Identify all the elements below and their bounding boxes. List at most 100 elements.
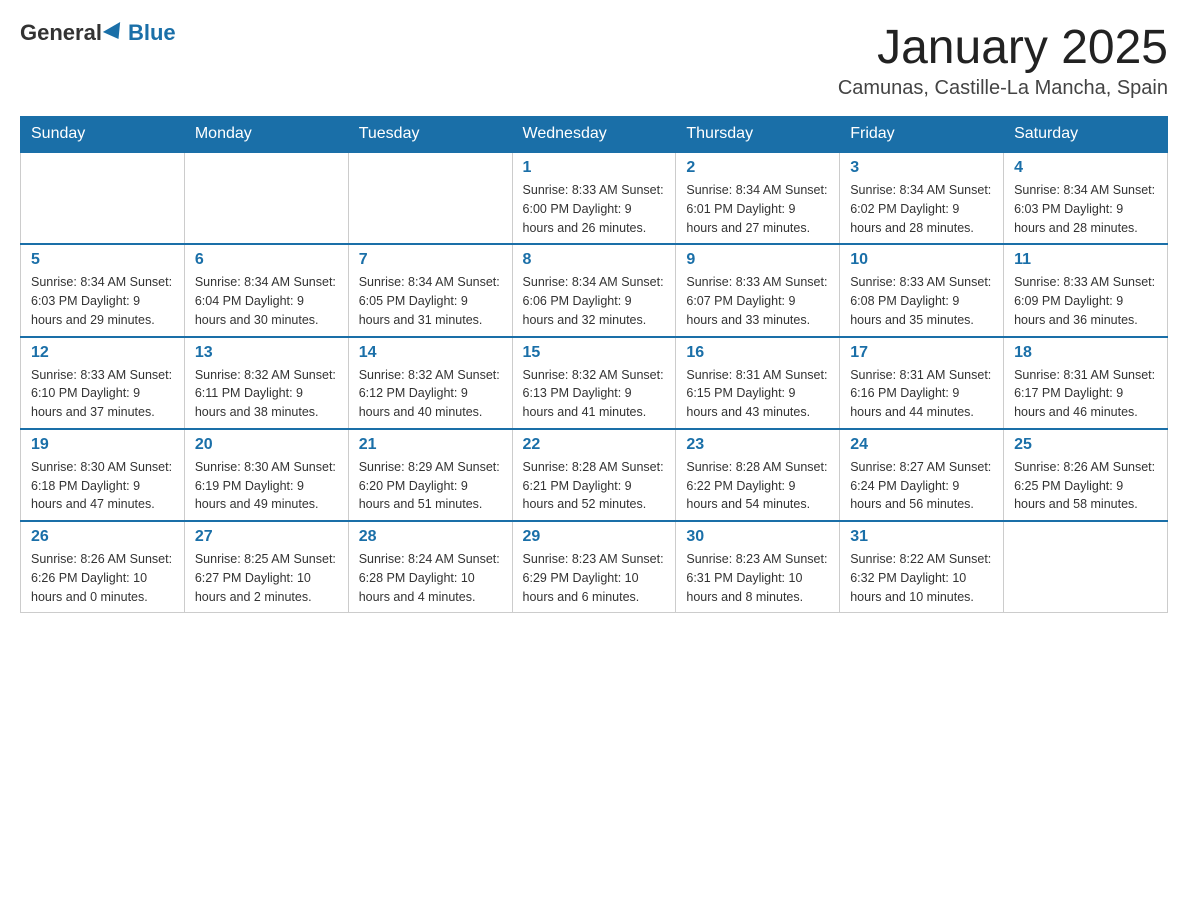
calendar-cell: 11 Sunrise: 8:33 AM Sunset: 6:09 PM Dayli… (1004, 244, 1168, 336)
day-number: 23 (686, 436, 829, 454)
day-info: Sunrise: 8:34 AM Sunset: 6:03 PM Dayligh… (1014, 181, 1157, 237)
day-number: 31 (850, 528, 993, 546)
day-info: Sunrise: 8:33 AM Sunset: 6:00 PM Dayligh… (523, 181, 666, 237)
day-number: 29 (523, 528, 666, 546)
calendar-cell: 14 Sunrise: 8:32 AM Sunset: 6:12 PM Dayli… (348, 337, 512, 429)
day-info: Sunrise: 8:30 AM Sunset: 6:18 PM Dayligh… (31, 458, 174, 514)
day-number: 24 (850, 436, 993, 454)
calendar-cell: 9Sunrise: 8:33 AM Sunset: 6:07 PM Daylig… (676, 244, 840, 336)
day-info: Sunrise: 8:34 AM Sunset: 6:01 PM Dayligh… (686, 181, 829, 237)
calendar-cell: 20 Sunrise: 8:30 AM Sunset: 6:19 PM Dayli… (184, 429, 348, 521)
calendar-cell: 19 Sunrise: 8:30 AM Sunset: 6:18 PM Dayli… (21, 429, 185, 521)
day-info: Sunrise: 8:31 AM Sunset: 6:15 PM Dayligh… (686, 366, 829, 422)
day-number: 5 (31, 251, 174, 269)
day-number: 28 (359, 528, 502, 546)
day-info: Sunrise: 8:33 AM Sunset: 6:09 PM Dayligh… (1014, 273, 1157, 329)
day-info: Sunrise: 8:27 AM Sunset: 6:24 PM Dayligh… (850, 458, 993, 514)
day-number: 26 (31, 528, 174, 546)
col-header-thursday: Thursday (676, 117, 840, 153)
calendar-cell: 17 Sunrise: 8:31 AM Sunset: 6:16 PM Dayli… (840, 337, 1004, 429)
day-number: 3 (850, 159, 993, 177)
calendar-cell: 27 Sunrise: 8:25 AM Sunset: 6:27 PM Dayli… (184, 521, 348, 613)
day-info: Sunrise: 8:28 AM Sunset: 6:22 PM Dayligh… (686, 458, 829, 514)
calendar-cell: 12 Sunrise: 8:33 AM Sunset: 6:10 PM Dayli… (21, 337, 185, 429)
col-header-tuesday: Tuesday (348, 117, 512, 153)
calendar-week-row: 1 Sunrise: 8:33 AM Sunset: 6:00 PM Daylig… (21, 152, 1168, 244)
calendar-week-row: 26 Sunrise: 8:26 AM Sunset: 6:26 PM Dayli… (21, 521, 1168, 613)
day-number: 2 (686, 159, 829, 177)
day-info: Sunrise: 8:22 AM Sunset: 6:32 PM Dayligh… (850, 550, 993, 606)
day-number: 27 (195, 528, 338, 546)
calendar-cell (21, 152, 185, 244)
calendar-week-row: 19 Sunrise: 8:30 AM Sunset: 6:18 PM Dayli… (21, 429, 1168, 521)
day-info: Sunrise: 8:32 AM Sunset: 6:12 PM Dayligh… (359, 366, 502, 422)
day-info: Sunrise: 8:23 AM Sunset: 6:29 PM Dayligh… (523, 550, 666, 606)
calendar-cell: 4 Sunrise: 8:34 AM Sunset: 6:03 PM Daylig… (1004, 152, 1168, 244)
logo-general-text: General (20, 20, 102, 46)
day-info: Sunrise: 8:26 AM Sunset: 6:25 PM Dayligh… (1014, 458, 1157, 514)
day-info: Sunrise: 8:32 AM Sunset: 6:11 PM Dayligh… (195, 366, 338, 422)
calendar-cell: 13 Sunrise: 8:32 AM Sunset: 6:11 PM Dayli… (184, 337, 348, 429)
day-number: 1 (523, 159, 666, 177)
col-header-monday: Monday (184, 117, 348, 153)
day-number: 25 (1014, 436, 1157, 454)
logo: General Blue (20, 20, 176, 46)
page-header: General Blue January 2025 Camunas, Casti… (20, 20, 1168, 100)
day-info: Sunrise: 8:25 AM Sunset: 6:27 PM Dayligh… (195, 550, 338, 606)
calendar-cell: 23 Sunrise: 8:28 AM Sunset: 6:22 PM Dayli… (676, 429, 840, 521)
day-info: Sunrise: 8:26 AM Sunset: 6:26 PM Dayligh… (31, 550, 174, 606)
day-info: Sunrise: 8:34 AM Sunset: 6:05 PM Dayligh… (359, 273, 502, 329)
day-info: Sunrise: 8:28 AM Sunset: 6:21 PM Dayligh… (523, 458, 666, 514)
col-header-sunday: Sunday (21, 117, 185, 153)
day-info: Sunrise: 8:31 AM Sunset: 6:16 PM Dayligh… (850, 366, 993, 422)
calendar-table: SundayMondayTuesdayWednesdayThursdayFrid… (20, 116, 1168, 613)
col-header-saturday: Saturday (1004, 117, 1168, 153)
day-info: Sunrise: 8:33 AM Sunset: 6:10 PM Dayligh… (31, 366, 174, 422)
day-number: 13 (195, 344, 338, 362)
calendar-cell: 26 Sunrise: 8:26 AM Sunset: 6:26 PM Dayli… (21, 521, 185, 613)
calendar-cell: 10Sunrise: 8:33 AM Sunset: 6:08 PM Dayli… (840, 244, 1004, 336)
day-number: 19 (31, 436, 174, 454)
title-section: January 2025 Camunas, Castille-La Mancha… (838, 20, 1168, 100)
day-number: 20 (195, 436, 338, 454)
calendar-cell (184, 152, 348, 244)
day-info: Sunrise: 8:23 AM Sunset: 6:31 PM Dayligh… (686, 550, 829, 606)
month-title: January 2025 (838, 20, 1168, 75)
day-info: Sunrise: 8:31 AM Sunset: 6:17 PM Dayligh… (1014, 366, 1157, 422)
logo-arrow-icon (103, 22, 127, 44)
calendar-cell: 22 Sunrise: 8:28 AM Sunset: 6:21 PM Dayli… (512, 429, 676, 521)
day-number: 17 (850, 344, 993, 362)
calendar-cell: 29 Sunrise: 8:23 AM Sunset: 6:29 PM Dayli… (512, 521, 676, 613)
day-number: 30 (686, 528, 829, 546)
calendar-cell: 16 Sunrise: 8:31 AM Sunset: 6:15 PM Dayli… (676, 337, 840, 429)
location-subtitle: Camunas, Castille-La Mancha, Spain (838, 77, 1168, 100)
logo-blue-text: Blue (128, 20, 176, 46)
day-number: 21 (359, 436, 502, 454)
calendar-cell: 31 Sunrise: 8:22 AM Sunset: 6:32 PM Dayli… (840, 521, 1004, 613)
day-number: 15 (523, 344, 666, 362)
calendar-cell: 8Sunrise: 8:34 AM Sunset: 6:06 PM Daylig… (512, 244, 676, 336)
calendar-cell: 5 Sunrise: 8:34 AM Sunset: 6:03 PM Daylig… (21, 244, 185, 336)
day-info: Sunrise: 8:34 AM Sunset: 6:03 PM Dayligh… (31, 273, 174, 329)
calendar-cell: 21Sunrise: 8:29 AM Sunset: 6:20 PM Dayli… (348, 429, 512, 521)
calendar-cell: 18 Sunrise: 8:31 AM Sunset: 6:17 PM Dayli… (1004, 337, 1168, 429)
day-info: Sunrise: 8:30 AM Sunset: 6:19 PM Dayligh… (195, 458, 338, 514)
calendar-cell (1004, 521, 1168, 613)
day-number: 4 (1014, 159, 1157, 177)
day-info: Sunrise: 8:33 AM Sunset: 6:07 PM Dayligh… (686, 273, 829, 329)
col-header-friday: Friday (840, 117, 1004, 153)
day-number: 16 (686, 344, 829, 362)
day-number: 18 (1014, 344, 1157, 362)
calendar-cell: 7Sunrise: 8:34 AM Sunset: 6:05 PM Daylig… (348, 244, 512, 336)
day-info: Sunrise: 8:34 AM Sunset: 6:06 PM Dayligh… (523, 273, 666, 329)
calendar-cell: 15Sunrise: 8:32 AM Sunset: 6:13 PM Dayli… (512, 337, 676, 429)
day-number: 22 (523, 436, 666, 454)
day-info: Sunrise: 8:33 AM Sunset: 6:08 PM Dayligh… (850, 273, 993, 329)
day-number: 14 (359, 344, 502, 362)
calendar-cell: 24 Sunrise: 8:27 AM Sunset: 6:24 PM Dayli… (840, 429, 1004, 521)
calendar-cell: 1 Sunrise: 8:33 AM Sunset: 6:00 PM Daylig… (512, 152, 676, 244)
day-number: 12 (31, 344, 174, 362)
calendar-cell (348, 152, 512, 244)
calendar-cell: 6Sunrise: 8:34 AM Sunset: 6:04 PM Daylig… (184, 244, 348, 336)
day-number: 11 (1014, 251, 1157, 269)
